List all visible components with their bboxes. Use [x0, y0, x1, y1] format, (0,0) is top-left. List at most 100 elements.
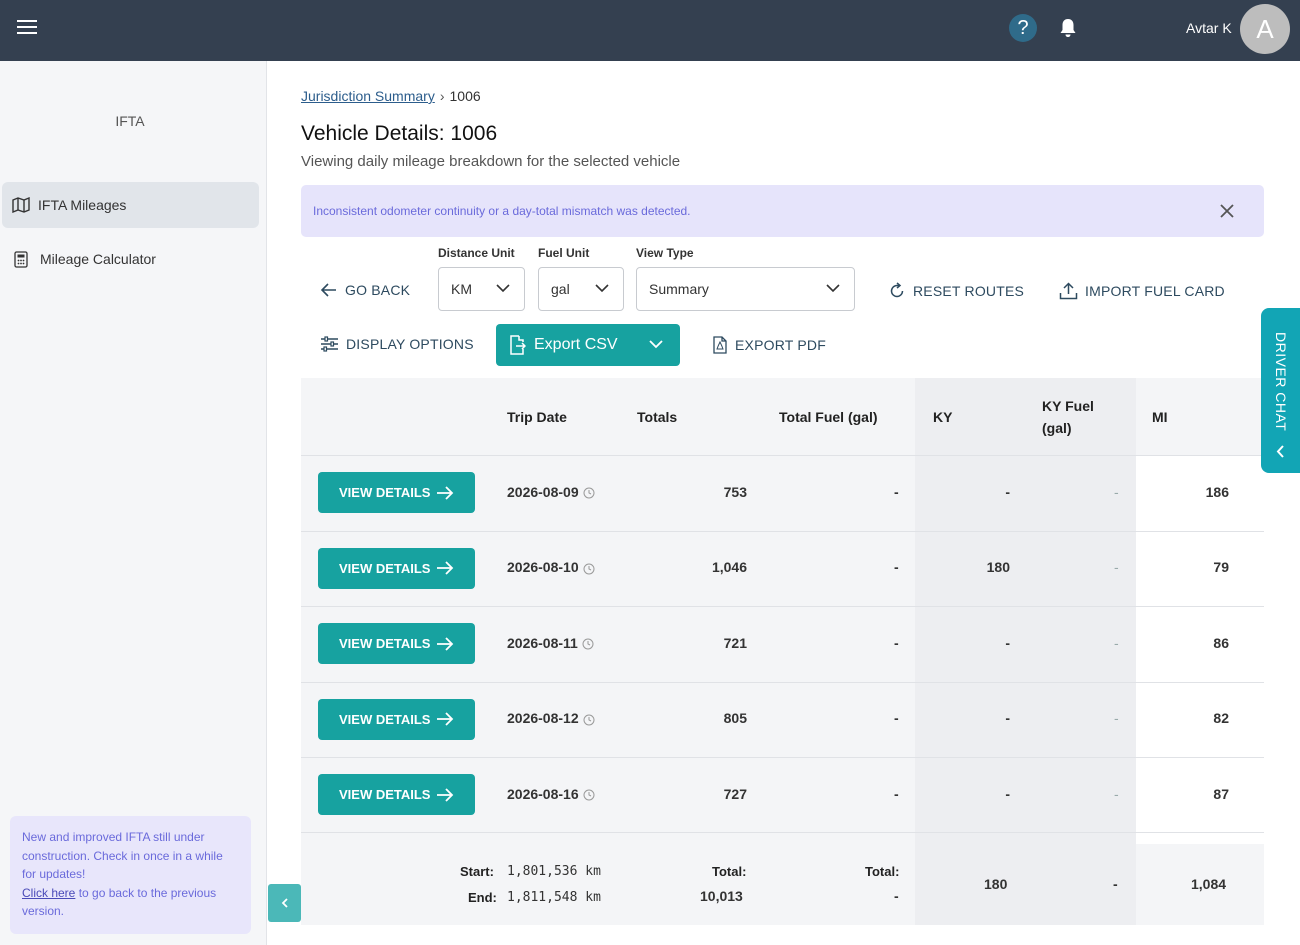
clock-icon[interactable]	[583, 714, 595, 726]
display-options-button[interactable]: DISPLAY OPTIONS	[320, 336, 474, 352]
user-name[interactable]: Avtar K	[1186, 20, 1232, 36]
mi-cell: 86	[1213, 634, 1229, 651]
arrow-right-icon	[437, 637, 454, 651]
menu-icon[interactable]	[17, 20, 37, 36]
distance-unit-label: Distance Unit	[438, 246, 515, 260]
bell-icon[interactable]	[1059, 18, 1077, 38]
help-icon[interactable]: ?	[1009, 14, 1037, 42]
go-back-button[interactable]: GO BACK	[320, 282, 410, 298]
breadcrumb-separator: ›	[439, 88, 445, 104]
import-fuel-card-button[interactable]: IMPORT FUEL CARD	[1059, 282, 1225, 300]
sidebar-item-ifta-mileages[interactable]: IFTA Mileages	[2, 182, 259, 228]
map-icon	[12, 197, 30, 213]
trip-date: 2026-08-11	[507, 634, 578, 651]
sidebar: IFTA IFTA Mileages Mileage Calculator Ne…	[0, 61, 267, 945]
table-bg-mi	[1136, 378, 1264, 925]
view-details-button[interactable]: VIEW DETAILS	[318, 774, 475, 816]
ky-fuel-cell: -	[1114, 559, 1119, 576]
file-export-icon	[510, 335, 526, 355]
ky-fuel-cell: -	[1114, 634, 1119, 651]
view-type-select[interactable]: Summary	[636, 267, 855, 311]
header-mi[interactable]: MI	[1152, 406, 1168, 428]
view-details-button[interactable]: VIEW DETAILS	[318, 623, 475, 665]
footer-end-value: 1,811,548 km	[507, 890, 601, 905]
mi-cell: 79	[1213, 559, 1229, 576]
reset-routes-button[interactable]: RESET ROUTES	[888, 282, 1024, 300]
export-pdf-button[interactable]: EXPORT PDF	[712, 336, 826, 354]
trip-date: 2026-08-12	[507, 710, 579, 727]
header-ky[interactable]: KY	[933, 406, 952, 428]
avatar[interactable]: A	[1240, 4, 1290, 54]
total-fuel-cell: -	[894, 483, 899, 500]
mi-cell: 87	[1213, 785, 1229, 802]
view-details-label: VIEW DETAILS	[339, 787, 431, 803]
driver-chat-tab[interactable]: DRIVER CHAT	[1261, 308, 1300, 473]
breadcrumb-jurisdiction-summary[interactable]: Jurisdiction Summary	[301, 88, 435, 104]
reset-routes-label: RESET ROUTES	[913, 283, 1025, 299]
trip-date-cell: 2026-08-09	[507, 484, 595, 500]
footer-end-label: End:	[468, 890, 497, 905]
chevron-down-icon	[826, 284, 840, 293]
fuel-unit-value: gal	[551, 281, 570, 297]
row-divider	[301, 455, 1264, 456]
header-ky-fuel[interactable]: KY Fuel (gal)	[1042, 395, 1094, 439]
distance-unit-select[interactable]: KM	[438, 267, 525, 311]
fuel-unit-select[interactable]: gal	[538, 267, 624, 311]
footer-start-value: 1,801,536 km	[507, 864, 601, 879]
footer-mi-value: 1,084	[1191, 876, 1227, 892]
clock-icon[interactable]	[583, 563, 595, 575]
ky-cell: -	[1005, 710, 1010, 727]
mi-cell: 82	[1213, 710, 1229, 727]
construction-notice: New and improved IFTA still under constr…	[10, 816, 251, 934]
chevron-down-icon	[496, 284, 510, 293]
refresh-icon	[890, 282, 904, 298]
view-details-label: VIEW DETAILS	[339, 636, 431, 652]
export-pdf-label: EXPORT PDF	[735, 337, 826, 353]
sidebar-title: IFTA	[115, 113, 145, 129]
sidebar-item-mileage-calculator[interactable]: Mileage Calculator	[2, 236, 259, 282]
totals-cell: 1,046	[711, 559, 747, 576]
view-type-label: View Type	[636, 246, 694, 260]
trip-date: 2026-08-09	[507, 483, 579, 500]
fuel-unit-label: Fuel Unit	[538, 246, 590, 260]
collapse-sidebar-button[interactable]	[268, 884, 301, 922]
view-details-button[interactable]: VIEW DETAILS	[318, 698, 475, 740]
export-csv-button[interactable]: Export CSV	[496, 324, 680, 366]
trip-date: 2026-08-16	[507, 785, 579, 802]
chevron-left-icon	[281, 898, 288, 908]
header-trip-date[interactable]: Trip Date	[507, 406, 567, 428]
previous-version-link[interactable]: Click here	[22, 886, 75, 900]
clock-icon[interactable]	[583, 789, 595, 801]
footer-start-label: Start:	[460, 864, 494, 879]
row-divider	[301, 681, 1264, 683]
top-bar: ? Avtar K A	[0, 0, 1300, 61]
view-details-label: VIEW DETAILS	[339, 485, 431, 501]
total-fuel-cell: -	[894, 785, 899, 802]
totals-cell: 753	[723, 483, 747, 500]
alert-text: Inconsistent odometer continuity or a da…	[313, 204, 691, 218]
total-fuel-cell: -	[894, 634, 899, 651]
upload-icon	[1059, 282, 1078, 300]
arrow-left-icon	[320, 283, 336, 297]
footer-fuel-label: Total:	[865, 864, 900, 879]
totals-cell: 805	[723, 710, 747, 727]
clock-icon[interactable]	[582, 638, 594, 650]
sliders-icon	[321, 336, 338, 352]
footer-totals-label: Total:	[712, 864, 747, 879]
display-options-label: DISPLAY OPTIONS	[346, 336, 474, 352]
total-fuel-cell: -	[894, 559, 899, 576]
page-subtitle: Viewing daily mileage breakdown for the …	[301, 153, 681, 170]
ky-fuel-cell: -	[1114, 483, 1119, 500]
ky-fuel-cell: -	[1114, 710, 1119, 727]
sidebar-item-label: IFTA Mileages	[38, 197, 127, 213]
chevron-down-icon[interactable]	[648, 338, 664, 350]
header-totals[interactable]: Totals	[637, 406, 677, 428]
row-divider	[301, 757, 1264, 758]
header-total-fuel[interactable]: Total Fuel (gal)	[779, 406, 878, 428]
clock-icon[interactable]	[583, 487, 595, 499]
close-icon[interactable]	[1216, 200, 1238, 222]
header-ky-fuel-line1: KY Fuel	[1042, 398, 1094, 414]
view-details-button[interactable]: VIEW DETAILS	[318, 547, 475, 589]
view-details-button[interactable]: VIEW DETAILS	[318, 472, 475, 514]
ky-cell: -	[1005, 483, 1010, 500]
